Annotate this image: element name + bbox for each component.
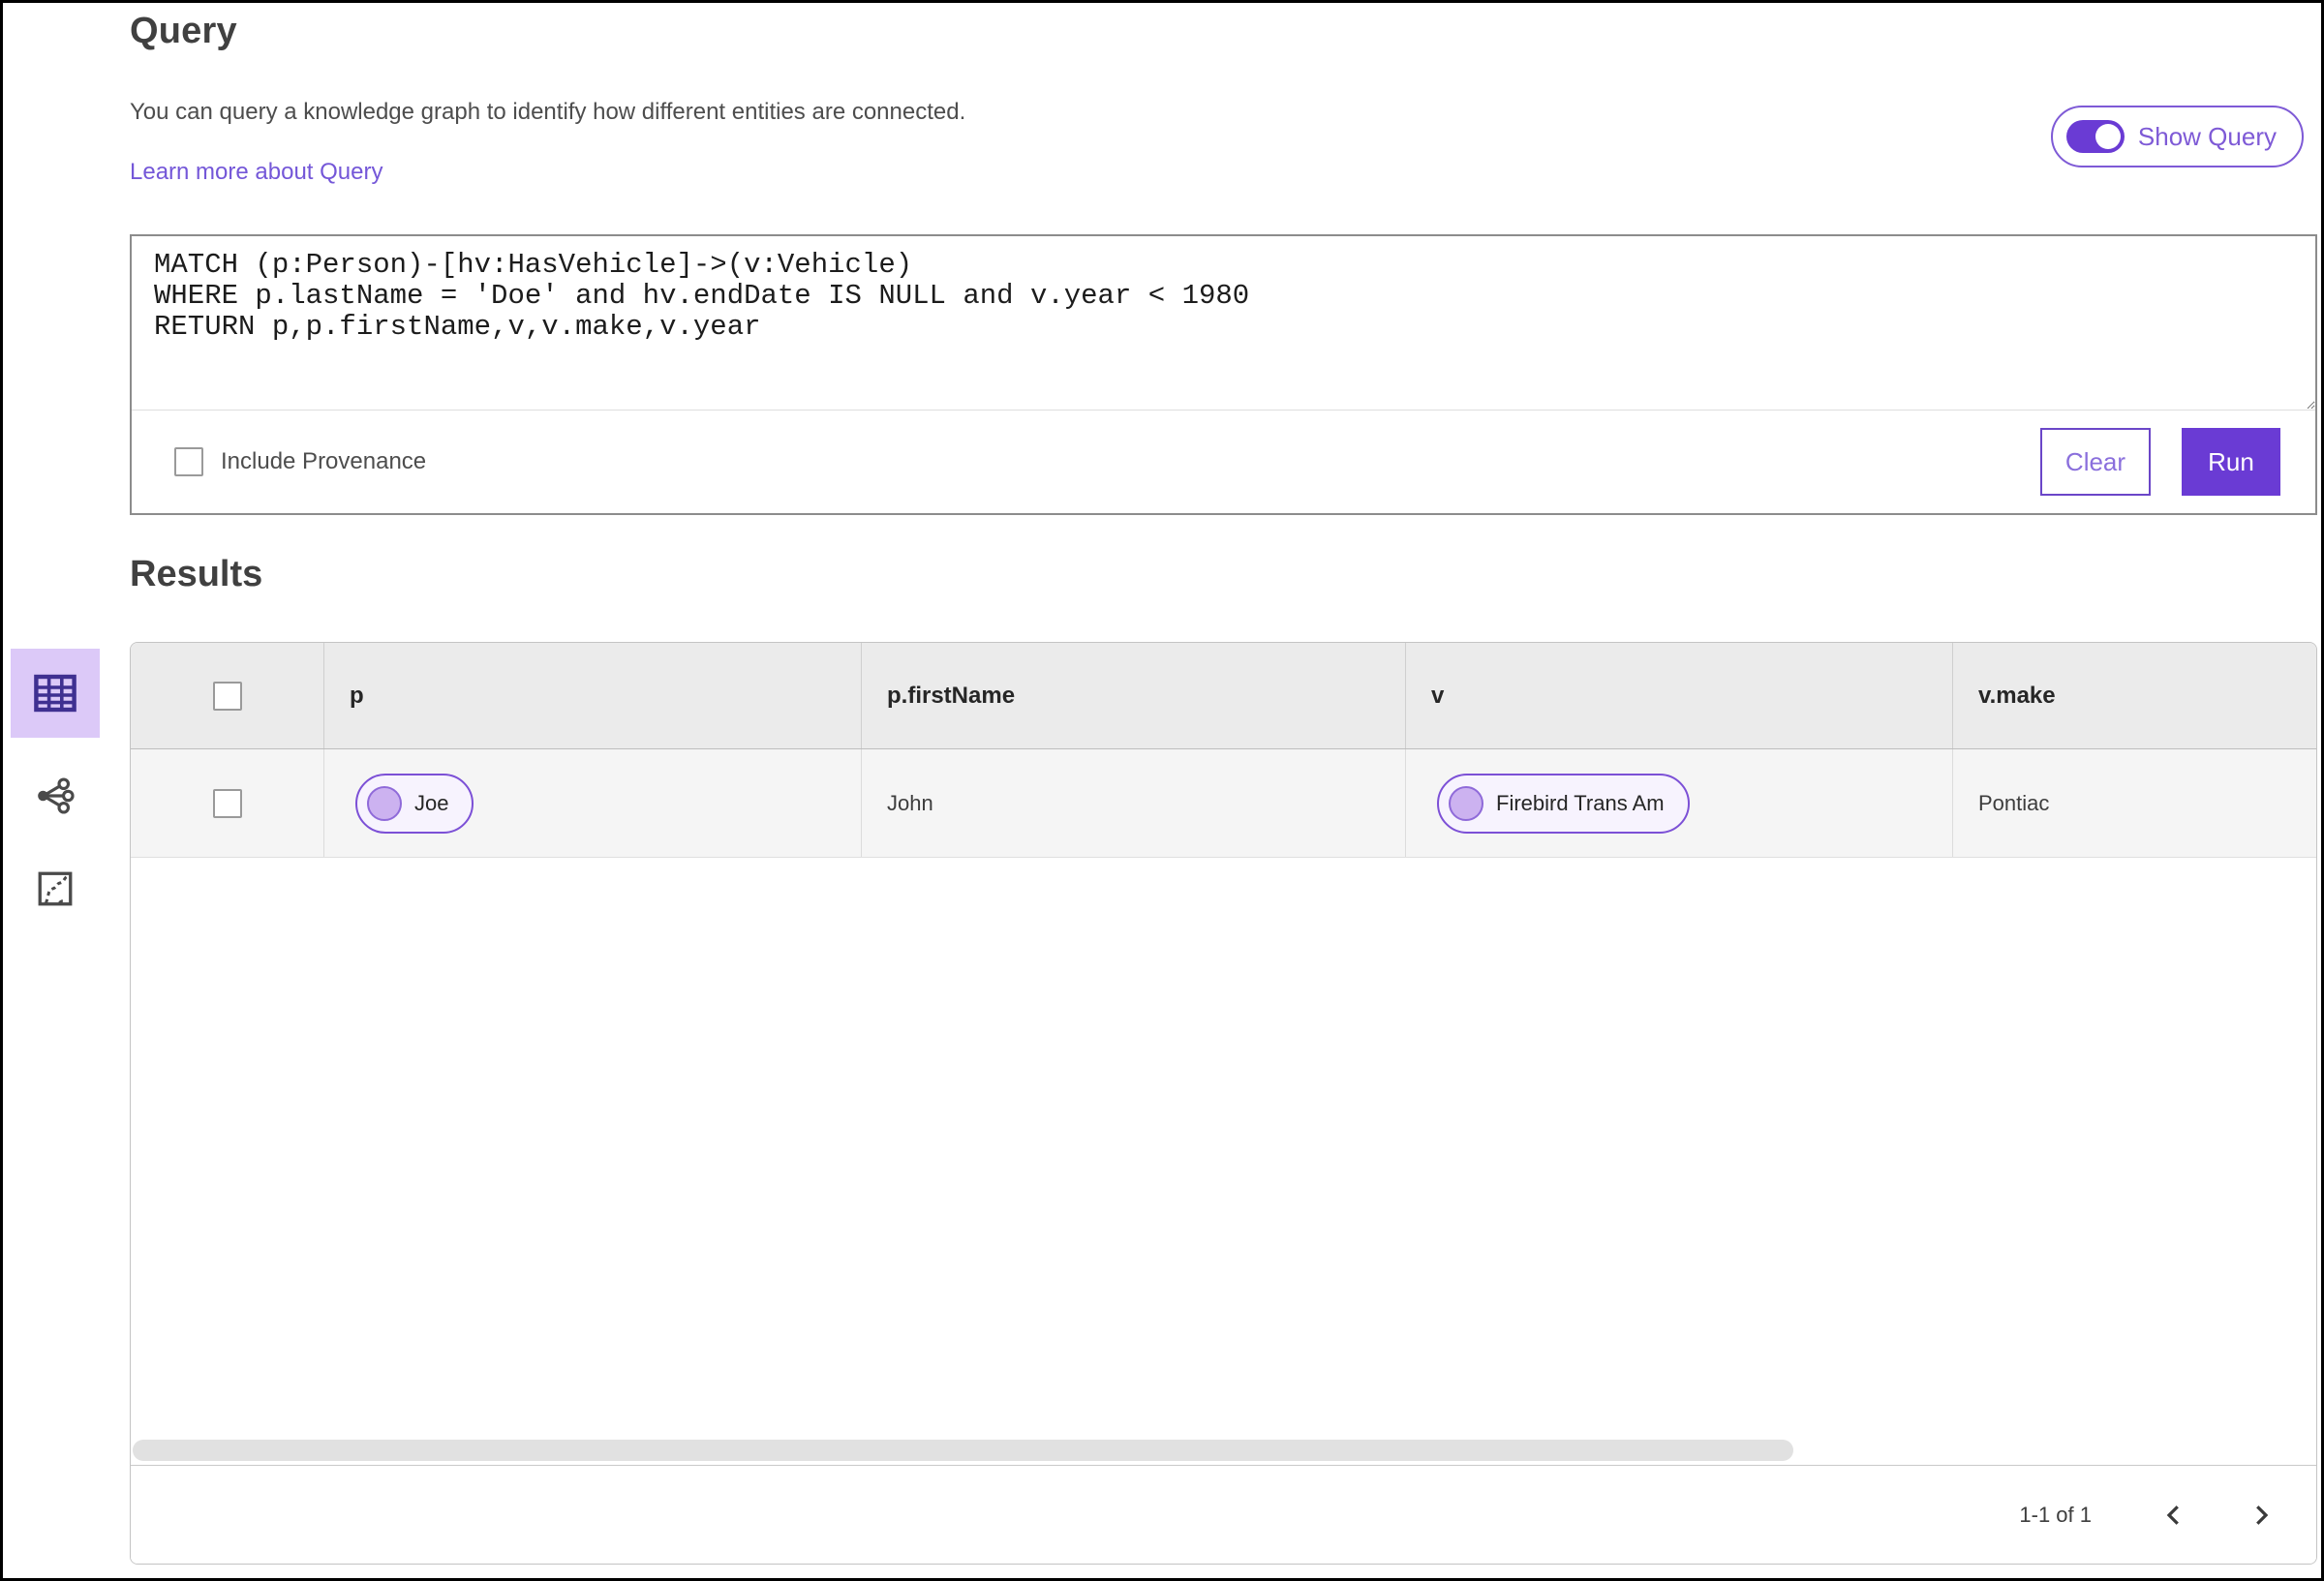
- page-title: Query: [130, 11, 237, 51]
- cell-v: Firebird Trans Am: [1406, 749, 1953, 857]
- column-header-p-firstname: p.firstName: [862, 643, 1406, 748]
- chevron-right-icon: [2256, 1505, 2269, 1525]
- chevron-left-icon: [2166, 1505, 2179, 1525]
- learn-more-link[interactable]: Learn more about Query: [130, 159, 382, 186]
- column-header-v-make: v.make: [1978, 682, 2056, 709]
- table-header-row: p p.firstName v v.make: [131, 643, 2316, 749]
- row-select-cell: [131, 749, 324, 857]
- include-provenance-checkbox[interactable]: [174, 447, 203, 476]
- clear-button[interactable]: Clear: [2040, 428, 2151, 496]
- results-table-panel: p p.firstName v v.make Joe John Firebird…: [130, 642, 2317, 1565]
- query-editor-panel: MATCH (p:Person)-[hv:HasVehicle]->(v:Veh…: [130, 234, 2317, 515]
- query-editor-footer: Include Provenance Clear Run: [132, 410, 2315, 513]
- include-provenance-group: Include Provenance: [174, 447, 426, 476]
- entity-pill-person[interactable]: Joe: [355, 773, 474, 834]
- include-provenance-label: Include Provenance: [221, 448, 427, 474]
- network-view-button[interactable]: [11, 751, 100, 840]
- column-header-v: v: [1406, 643, 1953, 748]
- entity-pill-vehicle[interactable]: Firebird Trans Am: [1437, 773, 1690, 834]
- run-button[interactable]: Run: [2182, 428, 2280, 496]
- show-query-label: Show Query: [2137, 121, 2277, 151]
- toggle-on-icon: [2065, 120, 2125, 153]
- results-title: Results: [130, 554, 263, 594]
- entity-label: Joe: [414, 790, 449, 815]
- cell-p-firstname: John: [862, 749, 1406, 857]
- entity-label: Firebird Trans Am: [1496, 790, 1665, 815]
- cell-v-make: Pontiac: [1978, 790, 2050, 815]
- pagination-range: 1-1 of 1: [2019, 1502, 2092, 1527]
- table-view-button[interactable]: [11, 649, 100, 738]
- previous-page-button[interactable]: [2156, 1495, 2192, 1535]
- query-actions: Clear Run: [2040, 428, 2280, 496]
- row-select-checkbox[interactable]: [212, 788, 242, 818]
- network-icon: [38, 777, 75, 814]
- table-empty-area: [131, 858, 2316, 1465]
- select-all-checkbox[interactable]: [212, 681, 242, 711]
- map-icon: [38, 871, 73, 906]
- show-query-toggle[interactable]: Show Query: [2050, 106, 2304, 167]
- horizontal-scrollbar-thumb[interactable]: [133, 1440, 1794, 1461]
- app-window: Query You can query a knowledge graph to…: [0, 0, 2324, 1581]
- query-input[interactable]: MATCH (p:Person)-[hv:HasVehicle]->(v:Veh…: [132, 236, 2315, 410]
- page-description: You can query a knowledge graph to ident…: [130, 99, 966, 125]
- cell-p: Joe: [324, 749, 862, 857]
- select-all-cell: [131, 643, 324, 748]
- column-header-p: p: [324, 643, 862, 748]
- toggle-knob: [2095, 124, 2121, 149]
- main-column: Query You can query a knowledge graph to…: [130, 3, 2317, 1565]
- results-view-switcher: [8, 649, 126, 933]
- table-icon: [34, 674, 76, 713]
- table-footer: 1-1 of 1: [131, 1465, 2316, 1564]
- entity-node-icon: [1449, 785, 1483, 821]
- table-row: Joe John Firebird Trans Am Pontiac: [131, 749, 2316, 858]
- next-page-button[interactable]: [2243, 1495, 2279, 1535]
- map-view-button[interactable]: [11, 844, 100, 933]
- entity-node-icon: [367, 785, 402, 821]
